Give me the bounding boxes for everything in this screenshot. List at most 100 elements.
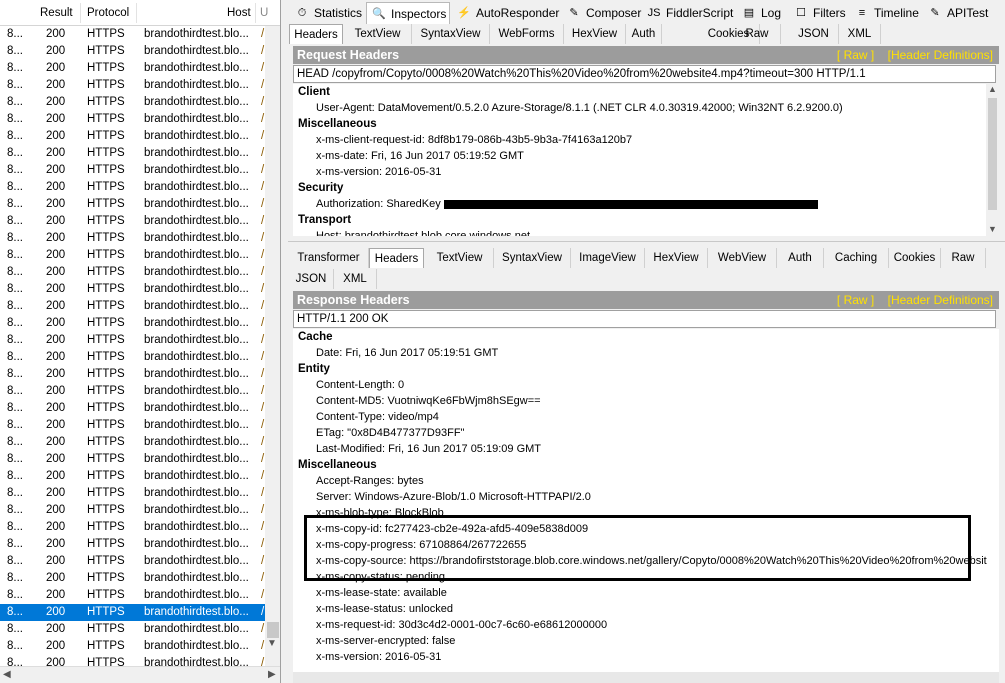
- column-header-host[interactable]: Host: [227, 7, 251, 19]
- tab-timeline[interactable]: ≡ Timeline: [850, 2, 921, 24]
- raw-link[interactable]: [ Raw ]: [837, 48, 874, 62]
- scroll-up-icon[interactable]: ▲: [988, 84, 997, 94]
- header-group-transport[interactable]: Transport: [293, 212, 999, 228]
- session-row[interactable]: 8... 200 HTTPS brandothirdtest.blo... /: [0, 468, 265, 485]
- subtab-auth[interactable]: Auth: [777, 248, 824, 268]
- column-separator[interactable]: [136, 3, 137, 23]
- header-line[interactable]: Server: Windows-Azure-Blob/1.0 Microsoft…: [293, 489, 999, 505]
- session-row[interactable]: 8... 200 HTTPS brandothirdtest.blo... /: [0, 247, 265, 264]
- session-row[interactable]: 8... 200 HTTPS brandothirdtest.blo... /: [0, 43, 265, 60]
- subtab-json[interactable]: JSON: [289, 269, 334, 289]
- session-row[interactable]: 8... 200 HTTPS brandothirdtest.blo... /: [0, 621, 265, 638]
- session-row[interactable]: 8... 200 HTTPS brandothirdtest.blo... /: [0, 400, 265, 417]
- session-horizontal-scrollbar[interactable]: ◀ ▶: [0, 666, 280, 683]
- subtab-headers[interactable]: Headers: [369, 248, 424, 268]
- header-line[interactable]: Authorization: SharedKey: [293, 196, 999, 212]
- subtab-webview[interactable]: WebView: [708, 248, 777, 268]
- session-row[interactable]: 8... 200 HTTPS brandothirdtest.blo... /: [0, 298, 265, 315]
- subtab-caching[interactable]: Caching: [824, 248, 889, 268]
- tab-inspectors[interactable]: 🔍 Inspectors: [366, 2, 450, 24]
- session-row[interactable]: 8... 200 HTTPS brandothirdtest.blo... /: [0, 570, 265, 587]
- header-definitions-link[interactable]: [Header Definitions]: [888, 48, 993, 62]
- subtab-raw[interactable]: Raw: [734, 24, 781, 44]
- session-row[interactable]: 8... 200 HTTPS brandothirdtest.blo... /: [0, 417, 265, 434]
- tab-log[interactable]: ▤ Log: [737, 2, 787, 24]
- header-line[interactable]: Content-Length: 0: [293, 377, 999, 393]
- session-row[interactable]: 8... 200 HTTPS brandothirdtest.blo... /: [0, 332, 265, 349]
- session-row[interactable]: 8... 200 HTTPS brandothirdtest.blo... /: [0, 230, 265, 247]
- pane-splitter[interactable]: [288, 241, 1005, 246]
- scroll-thumb[interactable]: [988, 98, 997, 210]
- subtab-xml[interactable]: XML: [334, 269, 377, 289]
- header-line[interactable]: x-ms-server-encrypted: false: [293, 633, 999, 649]
- subtab-xml[interactable]: XML: [839, 24, 881, 44]
- session-row[interactable]: 8... 200 HTTPS brandothirdtest.blo... /: [0, 434, 265, 451]
- session-row[interactable]: 8... 200 HTTPS brandothirdtest.blo... /: [0, 451, 265, 468]
- scroll-down-icon[interactable]: ▼: [267, 638, 277, 649]
- column-separator[interactable]: [255, 3, 256, 23]
- scroll-left-icon[interactable]: ◀: [3, 669, 11, 680]
- header-group-security[interactable]: Security: [293, 180, 999, 196]
- response-horizontal-scrollbar[interactable]: [293, 672, 999, 683]
- header-line[interactable]: Date: Fri, 16 Jun 2017 05:19:51 GMT: [293, 345, 999, 361]
- session-row[interactable]: 8... 200 HTTPS brandothirdtest.blo... /: [0, 145, 265, 162]
- column-separator[interactable]: [80, 3, 81, 23]
- subtab-hexview[interactable]: HexView: [645, 248, 708, 268]
- session-row[interactable]: 8... 200 HTTPS brandothirdtest.blo... /: [0, 519, 265, 536]
- subtab-raw[interactable]: Raw: [941, 248, 986, 268]
- raw-link[interactable]: [ Raw ]: [837, 293, 874, 307]
- tab-composer[interactable]: ✎ Composer: [562, 2, 641, 24]
- session-row[interactable]: 8... 200 HTTPS brandothirdtest.blo... /: [0, 638, 265, 655]
- session-row[interactable]: 8... 200 HTTPS brandothirdtest.blo... /: [0, 587, 265, 604]
- session-row[interactable]: 8... 200 HTTPS brandothirdtest.blo... /: [0, 383, 265, 400]
- session-row[interactable]: 8... 200 HTTPS brandothirdtest.blo... /: [0, 111, 265, 128]
- header-line[interactable]: x-ms-version: 2016-05-31: [293, 164, 999, 180]
- header-group-miscellaneous[interactable]: Miscellaneous: [293, 116, 999, 132]
- tab-apitest[interactable]: ✎ APITest: [923, 2, 997, 24]
- header-group-client[interactable]: Client: [293, 84, 999, 100]
- session-row[interactable]: 8... 200 HTTPS brandothirdtest.blo... /: [0, 60, 265, 77]
- subtab-json[interactable]: JSON: [789, 24, 839, 44]
- header-group-cache[interactable]: Cache: [293, 329, 999, 345]
- session-row[interactable]: 8... 200 HTTPS brandothirdtest.blo... /: [0, 349, 265, 366]
- header-line[interactable]: Host: brandothirdtest.blob.core.windows.…: [293, 228, 999, 236]
- subtab-auth[interactable]: Auth: [626, 24, 662, 44]
- header-line[interactable]: x-ms-version: 2016-05-31: [293, 649, 999, 665]
- session-row[interactable]: 8... 200 HTTPS brandothirdtest.blo... /: [0, 26, 265, 43]
- subtab-transformer[interactable]: Transformer: [289, 248, 369, 268]
- session-row[interactable]: 8... 200 HTTPS brandothirdtest.blo... /: [0, 162, 265, 179]
- session-row[interactable]: 8... 200 HTTPS brandothirdtest.blo... /: [0, 281, 265, 298]
- column-header-protocol[interactable]: Protocol: [87, 7, 129, 19]
- request-headers-scrollbar[interactable]: ▲ ▼: [986, 84, 999, 236]
- scroll-down-icon[interactable]: ▼: [988, 224, 997, 234]
- subtab-headers[interactable]: Headers: [289, 24, 343, 44]
- header-line[interactable]: x-ms-client-request-id: 8df8b179-086b-43…: [293, 132, 999, 148]
- header-line[interactable]: User-Agent: DataMovement/0.5.2.0 Azure-S…: [293, 100, 999, 116]
- session-row[interactable]: 8... 200 HTTPS brandothirdtest.blo... /: [0, 213, 265, 230]
- header-line[interactable]: x-ms-lease-status: unlocked: [293, 601, 999, 617]
- subtab-textview[interactable]: TextView: [344, 24, 412, 44]
- header-line[interactable]: Content-MD5: VuotniwqKe6FbWjm8hSEgw==: [293, 393, 999, 409]
- session-row[interactable]: 8... 200 HTTPS brandothirdtest.blo... /: [0, 264, 265, 281]
- session-row[interactable]: 8... 200 HTTPS brandothirdtest.blo... /: [0, 553, 265, 570]
- session-row[interactable]: 8... 200 HTTPS brandothirdtest.blo... /: [0, 366, 265, 383]
- scroll-right-icon[interactable]: ▶: [268, 669, 276, 680]
- column-header-result[interactable]: Result: [40, 7, 73, 19]
- session-row[interactable]: 8... 200 HTTPS brandothirdtest.blo... /: [0, 128, 265, 145]
- session-row[interactable]: 8... 200 HTTPS brandothirdtest.blo... /: [0, 196, 265, 213]
- column-header-url[interactable]: U: [260, 7, 268, 19]
- tab-autoresponder[interactable]: ⚡ AutoResponder: [452, 2, 560, 24]
- header-line[interactable]: Last-Modified: Fri, 16 Jun 2017 05:19:09…: [293, 441, 999, 457]
- subtab-syntaxview[interactable]: SyntaxView: [494, 248, 571, 268]
- header-group-entity[interactable]: Entity: [293, 361, 999, 377]
- session-row[interactable]: 8... 200 HTTPS brandothirdtest.blo... /: [0, 94, 265, 111]
- subtab-imageview[interactable]: ImageView: [571, 248, 645, 268]
- header-line[interactable]: ETag: "0x8D4B477377D93FF": [293, 425, 999, 441]
- subtab-cookies[interactable]: Cookies: [889, 248, 941, 268]
- header-line[interactable]: x-ms-request-id: 30d3c4d2-0001-00c7-6c60…: [293, 617, 999, 633]
- session-row[interactable]: 8... 200 HTTPS brandothirdtest.blo... /: [0, 315, 265, 332]
- header-line[interactable]: Accept-Ranges: bytes: [293, 473, 999, 489]
- tab-filters[interactable]: ☐ Filters: [789, 2, 848, 24]
- subtab-hexview[interactable]: HexView: [564, 24, 626, 44]
- tab-statistics[interactable]: ⏱ Statistics: [290, 2, 364, 24]
